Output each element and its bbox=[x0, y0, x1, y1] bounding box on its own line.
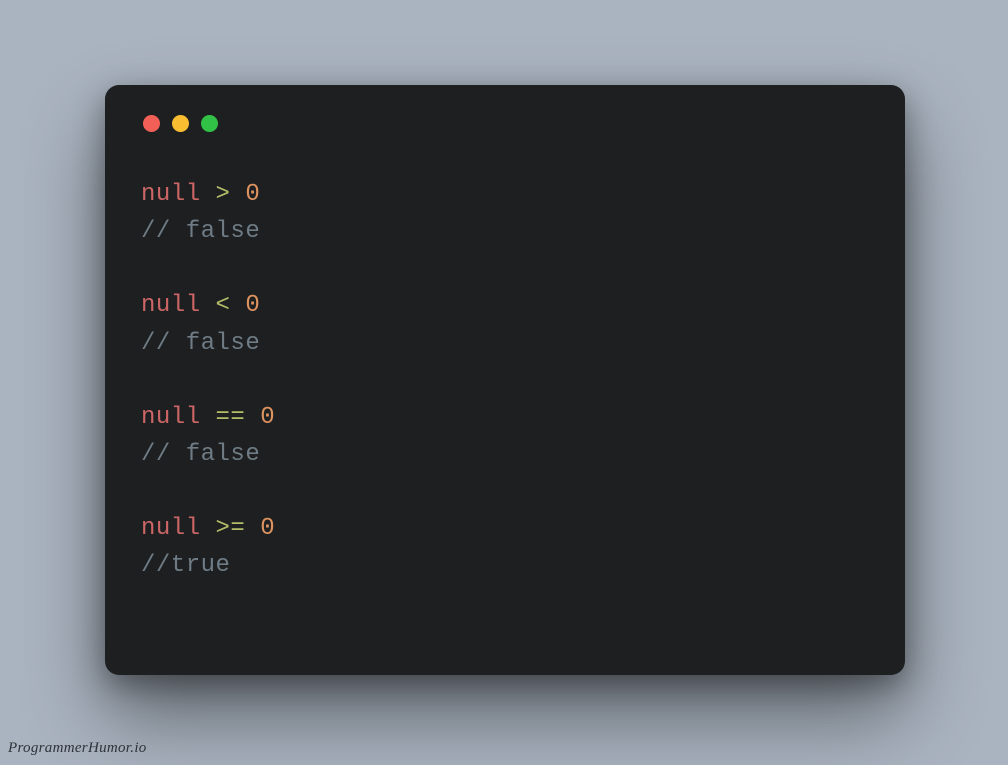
close-icon[interactable] bbox=[143, 115, 160, 132]
token-comment: // false bbox=[141, 330, 260, 357]
token-null: null bbox=[141, 181, 201, 208]
code-line: // false bbox=[141, 325, 869, 362]
token-operator: == bbox=[216, 404, 246, 431]
maximize-icon[interactable] bbox=[201, 115, 218, 132]
code-line: // false bbox=[141, 436, 869, 473]
token-null: null bbox=[141, 292, 201, 319]
token-operator: >= bbox=[216, 515, 246, 542]
code-window: null > 0 // false null < 0 // false null… bbox=[105, 85, 905, 675]
code-block: null > 0 // false null < 0 // false null… bbox=[141, 176, 869, 585]
blank-line bbox=[141, 250, 869, 287]
token-null: null bbox=[141, 515, 201, 542]
code-line: //true bbox=[141, 547, 869, 584]
traffic-lights bbox=[141, 115, 869, 132]
code-line: null < 0 bbox=[141, 287, 869, 324]
token-comment: // false bbox=[141, 441, 260, 468]
blank-line bbox=[141, 362, 869, 399]
token-number: 0 bbox=[260, 404, 275, 431]
minimize-icon[interactable] bbox=[172, 115, 189, 132]
token-number: 0 bbox=[245, 181, 260, 208]
token-number: 0 bbox=[260, 515, 275, 542]
blank-line bbox=[141, 473, 869, 510]
watermark-text: ProgrammerHumor.io bbox=[8, 740, 147, 757]
code-line: // false bbox=[141, 213, 869, 250]
code-line: null > 0 bbox=[141, 176, 869, 213]
token-operator: > bbox=[216, 181, 231, 208]
token-number: 0 bbox=[245, 292, 260, 319]
token-comment: //true bbox=[141, 552, 230, 579]
token-comment: // false bbox=[141, 218, 260, 245]
code-line: null == 0 bbox=[141, 399, 869, 436]
code-line: null >= 0 bbox=[141, 510, 869, 547]
token-operator: < bbox=[216, 292, 231, 319]
token-null: null bbox=[141, 404, 201, 431]
